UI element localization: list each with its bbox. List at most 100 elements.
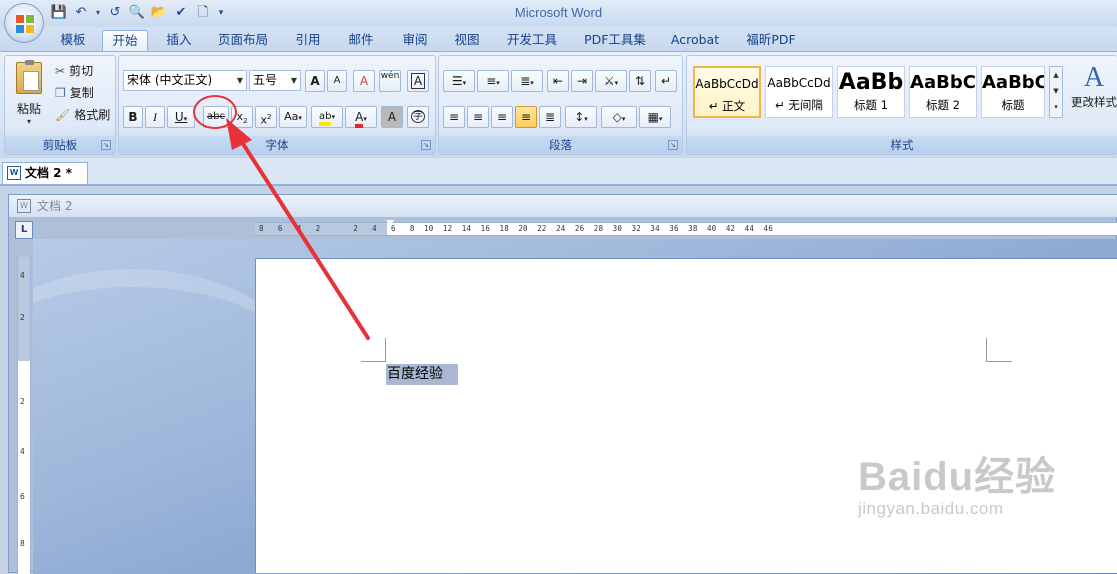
- highlight-color-button[interactable]: ab▾: [311, 106, 343, 128]
- change-styles-button[interactable]: A 更改样式: [1069, 62, 1117, 132]
- document-page[interactable]: [255, 258, 1117, 573]
- copy-label: 复制: [69, 86, 94, 100]
- tab-references[interactable]: 引用: [288, 30, 328, 52]
- increase-indent-button[interactable]: ⇥: [571, 70, 593, 92]
- style-sample: AaBbCcDd: [767, 76, 831, 90]
- borders-button[interactable]: ▦▾: [639, 106, 671, 128]
- style-name: ↵ 正文: [708, 99, 746, 113]
- vertical-ruler[interactable]: 4 2 2 4 6 8: [17, 257, 31, 574]
- underline-icon: U: [174, 110, 184, 124]
- style-no-spacing[interactable]: AaBbCcDd ↵ 无间隔: [765, 66, 833, 118]
- tab-template[interactable]: 模板: [52, 30, 94, 52]
- document-tab-label: 文档 2 *: [25, 166, 72, 180]
- underline-button[interactable]: U▾: [167, 106, 195, 128]
- watermark-brand: Baidu经验: [858, 455, 1057, 499]
- tab-selector[interactable]: L: [15, 221, 33, 239]
- justify-button[interactable]: ≡: [515, 106, 537, 128]
- distributed-button[interactable]: ≣: [539, 106, 561, 128]
- phonetic-guide-icon: wén: [380, 71, 400, 81]
- align-center-button[interactable]: ≡: [467, 106, 489, 128]
- chevron-down-icon: ▾: [363, 115, 367, 123]
- clear-formatting-button[interactable]: A: [353, 70, 375, 92]
- cut-button[interactable]: ✂ 剪切: [55, 62, 93, 79]
- document-tab[interactable]: W 文档 2 *: [2, 162, 88, 184]
- line-spacing-button[interactable]: ↕▾: [565, 106, 597, 128]
- ruler-label: 2: [20, 397, 25, 406]
- word-doc-icon: W: [7, 166, 21, 180]
- encircle-character-button[interactable]: 字: [407, 106, 429, 128]
- horizontal-ruler[interactable]: 8 6 4 2 2 4 6 8 10 12 14 16 18 20 22 24 …: [255, 220, 1117, 236]
- chinese-layout-button[interactable]: ⚔▾: [595, 70, 627, 92]
- align-left-button[interactable]: ≡: [443, 106, 465, 128]
- chevron-down-icon: ▼: [236, 76, 243, 85]
- numbering-button[interactable]: ≡▾: [477, 70, 509, 92]
- document-window-title: W 文档 2: [9, 195, 1117, 217]
- style-title[interactable]: AaBbC 标题: [981, 66, 1045, 118]
- character-border-button[interactable]: A: [407, 70, 429, 92]
- tab-developer[interactable]: 开发工具: [500, 30, 564, 52]
- chevron-down-icon: ▾: [530, 79, 534, 87]
- style-heading-2[interactable]: AaBbC 标题 2: [909, 66, 977, 118]
- phonetic-guide-button[interactable]: wén: [379, 70, 401, 92]
- cut-label: 剪切: [69, 64, 94, 78]
- align-left-icon: ≡: [448, 110, 460, 124]
- tab-foxit-pdf[interactable]: 福昕PDF: [738, 30, 804, 52]
- tab-view[interactable]: 视图: [446, 30, 488, 52]
- multilevel-list-button[interactable]: ≣▾: [511, 70, 543, 92]
- show-marks-button[interactable]: ↵: [655, 70, 677, 92]
- grow-font-icon: A: [310, 74, 320, 88]
- style-sample: AaBbC: [910, 72, 976, 93]
- align-right-icon: ≡: [496, 110, 508, 124]
- paste-button[interactable]: 粘贴 ▾: [11, 60, 47, 128]
- crop-mark: [361, 361, 385, 362]
- styles-scroll[interactable]: ▲ ▼ ▾: [1049, 66, 1063, 118]
- bullets-button[interactable]: ☰▾: [443, 70, 475, 92]
- format-painter-button[interactable]: 🖌 格式刷: [55, 106, 110, 123]
- font-size-value: 五号: [253, 73, 278, 87]
- decrease-indent-button[interactable]: ⇤: [547, 70, 569, 92]
- font-color-button[interactable]: A▾: [345, 106, 377, 128]
- italic-button[interactable]: I: [145, 106, 165, 128]
- bold-button[interactable]: B: [123, 106, 143, 128]
- style-sample: AaBb: [838, 70, 904, 95]
- superscript-button[interactable]: x2: [255, 106, 277, 128]
- tab-page-layout[interactable]: 页面布局: [212, 30, 274, 52]
- tab-pdf-tools[interactable]: PDF工具集: [578, 30, 652, 52]
- align-center-icon: ≡: [472, 110, 484, 124]
- selected-document-text[interactable]: 百度经验: [386, 364, 458, 385]
- style-heading-1[interactable]: AaBb 标题 1: [837, 66, 905, 118]
- paragraph-group-label: 段落: [439, 136, 682, 154]
- character-shading-button[interactable]: A: [381, 106, 403, 128]
- ruler-labels: 8 6 4 2 2 4 6 8 10 12 14 16 18 20 22 24 …: [259, 224, 773, 233]
- style-sample: AaBbCcDd: [695, 77, 759, 91]
- chinese-layout-icon: ⚔: [603, 74, 615, 88]
- crop-mark: [986, 361, 1012, 362]
- indent-marker[interactable]: [386, 220, 394, 226]
- dialog-launcher-icon[interactable]: ↘: [101, 140, 111, 150]
- sort-button[interactable]: ⇅: [629, 70, 651, 92]
- font-name-combo[interactable]: 宋体 (中文正文) ▼: [123, 70, 247, 91]
- shrink-font-button[interactable]: A: [327, 70, 347, 92]
- style-normal[interactable]: AaBbCcDd ↵ 正文: [693, 66, 761, 118]
- dialog-launcher-icon[interactable]: ↘: [421, 140, 431, 150]
- tab-home[interactable]: 开始: [102, 30, 148, 52]
- italic-icon: I: [153, 110, 157, 124]
- copy-button[interactable]: ❐ 复制: [55, 84, 94, 101]
- annotation-circle: [193, 95, 237, 129]
- tab-review[interactable]: 审阅: [394, 30, 436, 52]
- ruler-label: 6: [20, 492, 25, 501]
- dialog-launcher-icon[interactable]: ↘: [668, 140, 678, 150]
- font-size-combo[interactable]: 五号 ▼: [249, 70, 301, 91]
- office-button[interactable]: [4, 3, 44, 43]
- shading-button[interactable]: ◇▾: [601, 106, 637, 128]
- grow-font-button[interactable]: A: [305, 70, 325, 92]
- tab-insert[interactable]: 插入: [158, 30, 200, 52]
- tab-mailings[interactable]: 邮件: [340, 30, 382, 52]
- character-shading-icon: A: [387, 110, 397, 124]
- style-name: 标题 1: [854, 98, 888, 112]
- tab-acrobat[interactable]: Acrobat: [664, 30, 726, 52]
- change-case-button[interactable]: Aa▾: [279, 106, 307, 128]
- styles-group-label: 样式: [687, 136, 1117, 154]
- paragraph-group: ☰▾ ≡▾ ≣▾ ⇤ ⇥ ⚔▾ ⇅ ↵ ≡ ≡ ≡ ≡ ≣ ↕▾ ◇▾ ▦▾ 段…: [438, 55, 683, 155]
- align-right-button[interactable]: ≡: [491, 106, 513, 128]
